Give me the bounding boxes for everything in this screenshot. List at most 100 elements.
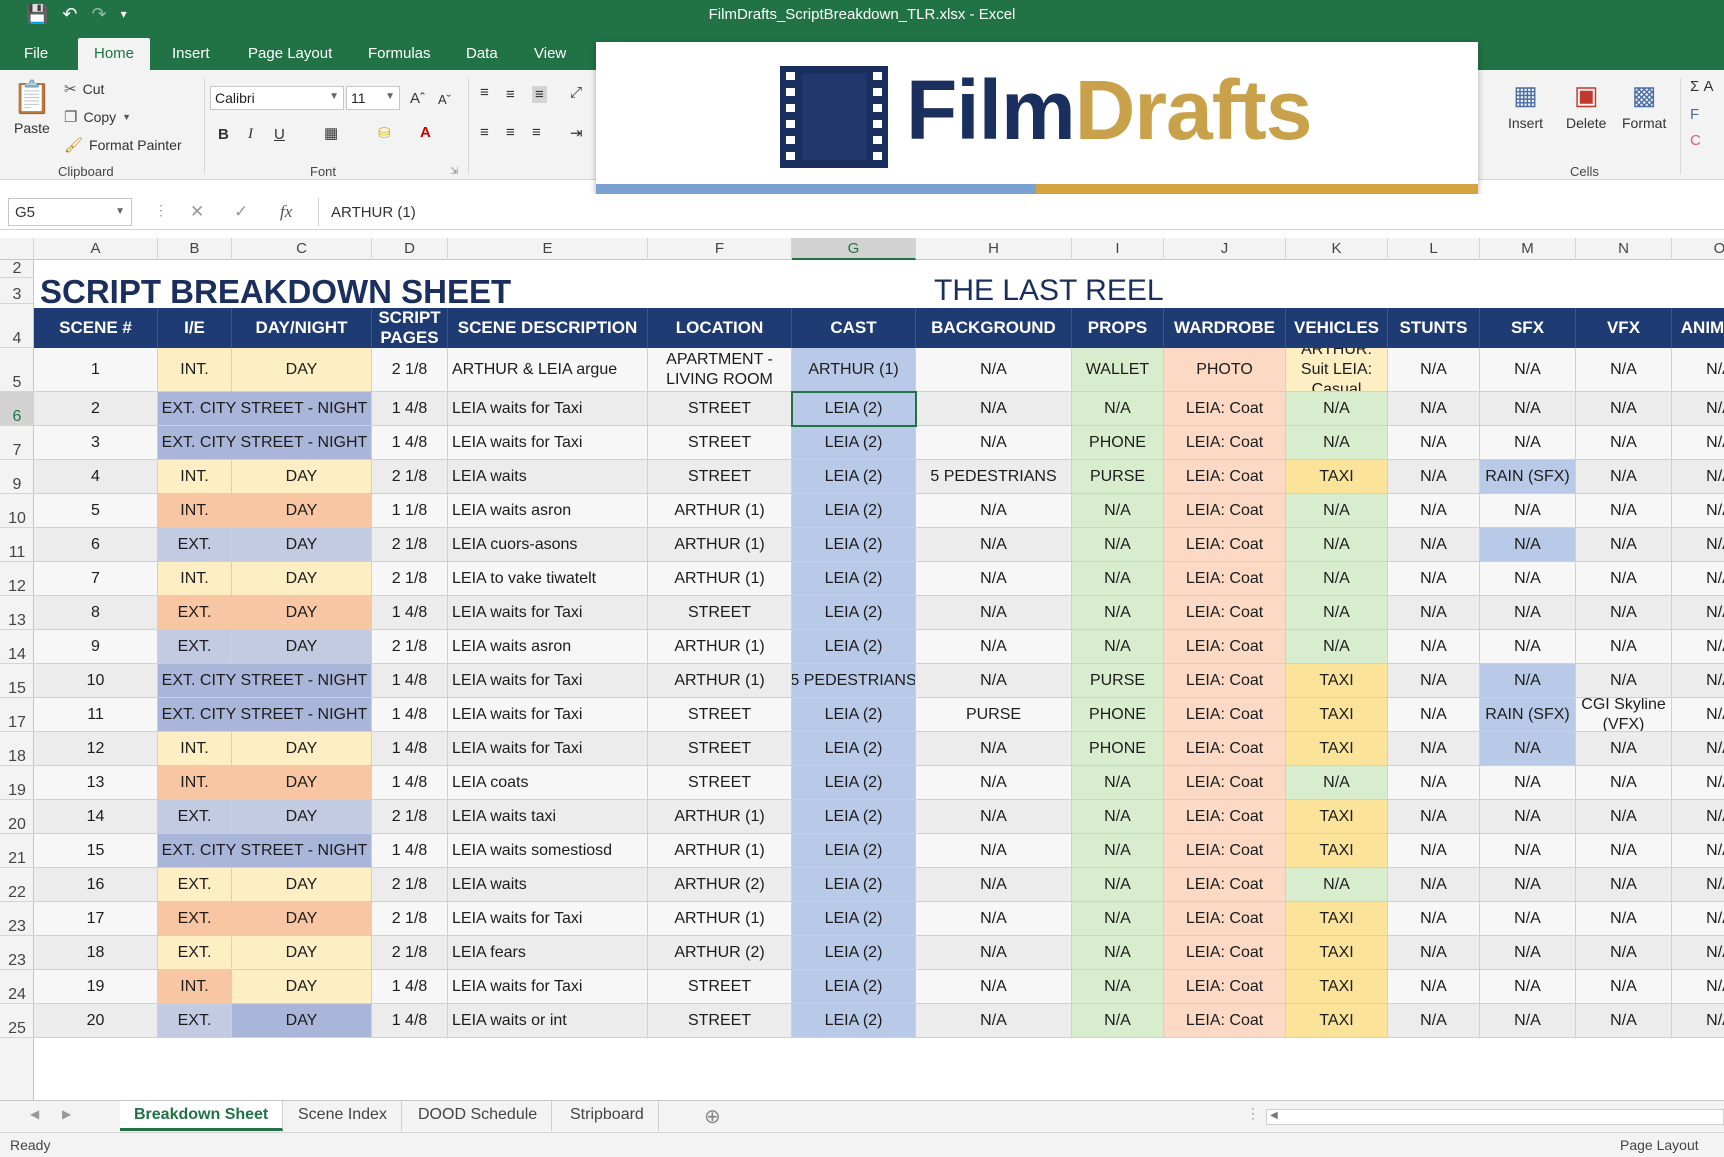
cell-props[interactable]: N/A — [1072, 528, 1164, 562]
cell-bg[interactable]: N/A — [916, 902, 1072, 936]
cell-bg[interactable]: 5 PEDESTRIANS — [916, 460, 1072, 494]
cell-stunts[interactable]: N/A — [1388, 834, 1480, 868]
align-middle-icon[interactable]: ≡ — [506, 86, 515, 103]
cell-veh[interactable]: N/A — [1286, 766, 1388, 800]
cell-scene[interactable]: 18 — [34, 936, 158, 970]
cell-veh[interactable]: N/A — [1286, 392, 1388, 426]
row-header[interactable]: 10 — [0, 494, 34, 528]
cell-cast[interactable]: LEIA (2) — [792, 800, 916, 834]
tab-page-layout[interactable]: Page Layout — [232, 38, 348, 70]
cell-stunts[interactable]: N/A — [1388, 936, 1480, 970]
tab-formulas[interactable]: Formulas — [352, 38, 447, 70]
tab-file[interactable]: File — [8, 38, 64, 70]
tab-view[interactable]: View — [518, 38, 582, 70]
cell-loc[interactable]: STREET — [648, 426, 792, 460]
cell-ie[interactable]: INT. — [158, 766, 232, 800]
cell-desc[interactable]: LEIA coats — [448, 766, 648, 800]
cell-cast[interactable]: LEIA (2) — [792, 868, 916, 902]
cell-veh[interactable]: TAXI — [1286, 970, 1388, 1004]
column-header[interactable]: L — [1388, 238, 1480, 260]
cell-scene[interactable]: 19 — [34, 970, 158, 1004]
cell-vfx[interactable]: N/A — [1576, 426, 1672, 460]
cell-cast[interactable]: LEIA (2) — [792, 834, 916, 868]
row-header[interactable]: 25 — [0, 1004, 34, 1038]
cell-loc[interactable]: STREET — [648, 698, 792, 732]
cell-cast[interactable]: LEIA (2) — [792, 528, 916, 562]
cell-pages[interactable]: 1 4/8 — [372, 1004, 448, 1038]
cell-veh[interactable]: N/A — [1286, 630, 1388, 664]
cell-veh[interactable]: TAXI — [1286, 936, 1388, 970]
cell-animals[interactable]: N/A — [1672, 902, 1724, 936]
cell-props[interactable]: N/A — [1072, 902, 1164, 936]
column-header[interactable]: E — [448, 238, 648, 260]
row-header[interactable]: 24 — [0, 970, 34, 1004]
cell-stunts[interactable]: N/A — [1388, 664, 1480, 698]
row-header[interactable]: 23 — [0, 936, 34, 970]
cell-pages[interactable]: 2 1/8 — [372, 868, 448, 902]
cell-props[interactable]: PURSE — [1072, 664, 1164, 698]
cell-sfx[interactable]: N/A — [1480, 348, 1576, 392]
cell-loc[interactable]: ARTHUR (2) — [648, 868, 792, 902]
align-center-icon[interactable]: ≡ — [506, 124, 515, 141]
cell-dn[interactable]: DAY — [232, 936, 372, 970]
cell-animals[interactable]: N/A — [1672, 494, 1724, 528]
cell-animals[interactable]: N/A — [1672, 766, 1724, 800]
cell-veh[interactable]: N/A — [1286, 596, 1388, 630]
cell-bg[interactable]: N/A — [916, 494, 1072, 528]
cell-desc[interactable]: LEIA waits for Taxi — [448, 732, 648, 766]
cell-cast[interactable]: LEIA (2) — [792, 698, 916, 732]
cell-props[interactable]: N/A — [1072, 494, 1164, 528]
cell-veh[interactable]: TAXI — [1286, 664, 1388, 698]
cell-stunts[interactable]: N/A — [1388, 1004, 1480, 1038]
cell-scene[interactable]: 14 — [34, 800, 158, 834]
cell-veh[interactable]: ARTHUR: Suit LEIA: Casual — [1286, 348, 1388, 392]
cell-cast[interactable]: LEIA (2) — [792, 630, 916, 664]
cell-scene[interactable]: 5 — [34, 494, 158, 528]
cell-vfx[interactable]: CGI Skyline (VFX) — [1576, 698, 1672, 732]
delete-cells-button[interactable]: ▣ Delete — [1566, 80, 1606, 131]
cell-ie[interactable]: EXT. — [158, 936, 232, 970]
cell-cast[interactable]: LEIA (2) — [792, 392, 916, 426]
cell-bg[interactable]: N/A — [916, 970, 1072, 1004]
cell-animals[interactable]: N/A — [1672, 868, 1724, 902]
cell-sfx[interactable]: N/A — [1480, 528, 1576, 562]
cell-props[interactable]: N/A — [1072, 766, 1164, 800]
cell-vfx[interactable]: N/A — [1576, 664, 1672, 698]
column-header[interactable]: K — [1286, 238, 1388, 260]
cell-cast[interactable]: LEIA (2) — [792, 596, 916, 630]
cell-stunts[interactable]: N/A — [1388, 426, 1480, 460]
column-header[interactable]: B — [158, 238, 232, 260]
cell-cast[interactable]: LEIA (2) — [792, 460, 916, 494]
clear-button[interactable]: C — [1690, 132, 1701, 149]
cell-sfx[interactable]: N/A — [1480, 902, 1576, 936]
cell-ward[interactable]: LEIA: Coat — [1164, 868, 1286, 902]
tab-insert[interactable]: Insert — [156, 38, 226, 70]
cell-desc[interactable]: LEIA waits for Taxi — [448, 698, 648, 732]
cell-vfx[interactable]: N/A — [1576, 868, 1672, 902]
cell-bg[interactable]: N/A — [916, 868, 1072, 902]
underline-button[interactable]: U — [274, 126, 285, 143]
cell-loc[interactable]: STREET — [648, 460, 792, 494]
cell-pages[interactable]: 2 1/8 — [372, 348, 448, 392]
increase-font-icon[interactable]: Aˆ — [410, 90, 425, 107]
row-header[interactable]: 5 — [0, 348, 34, 392]
cell-desc[interactable]: LEIA waits for Taxi — [448, 902, 648, 936]
cell-stunts[interactable]: N/A — [1388, 800, 1480, 834]
align-top-icon[interactable]: ≡ — [480, 84, 489, 101]
column-header[interactable]: O — [1672, 238, 1724, 260]
cell-bg[interactable]: N/A — [916, 1004, 1072, 1038]
cell-bg[interactable]: N/A — [916, 664, 1072, 698]
row-header[interactable]: 23 — [0, 902, 34, 936]
cell-animals[interactable]: N/A — [1672, 460, 1724, 494]
cell-desc[interactable]: LEIA waits for Taxi — [448, 664, 648, 698]
cell-dn[interactable]: DAY — [232, 460, 372, 494]
cell-desc[interactable]: LEIA waits asron — [448, 630, 648, 664]
cell-stunts[interactable]: N/A — [1388, 970, 1480, 1004]
align-bottom-icon[interactable]: ≡ — [532, 86, 547, 103]
cell-vfx[interactable]: N/A — [1576, 800, 1672, 834]
cell-dn[interactable]: DAY — [232, 902, 372, 936]
cell-props[interactable]: PHONE — [1072, 732, 1164, 766]
cell-scene[interactable]: 7 — [34, 562, 158, 596]
cell-desc[interactable]: LEIA waits asron — [448, 494, 648, 528]
cell-veh[interactable]: N/A — [1286, 426, 1388, 460]
